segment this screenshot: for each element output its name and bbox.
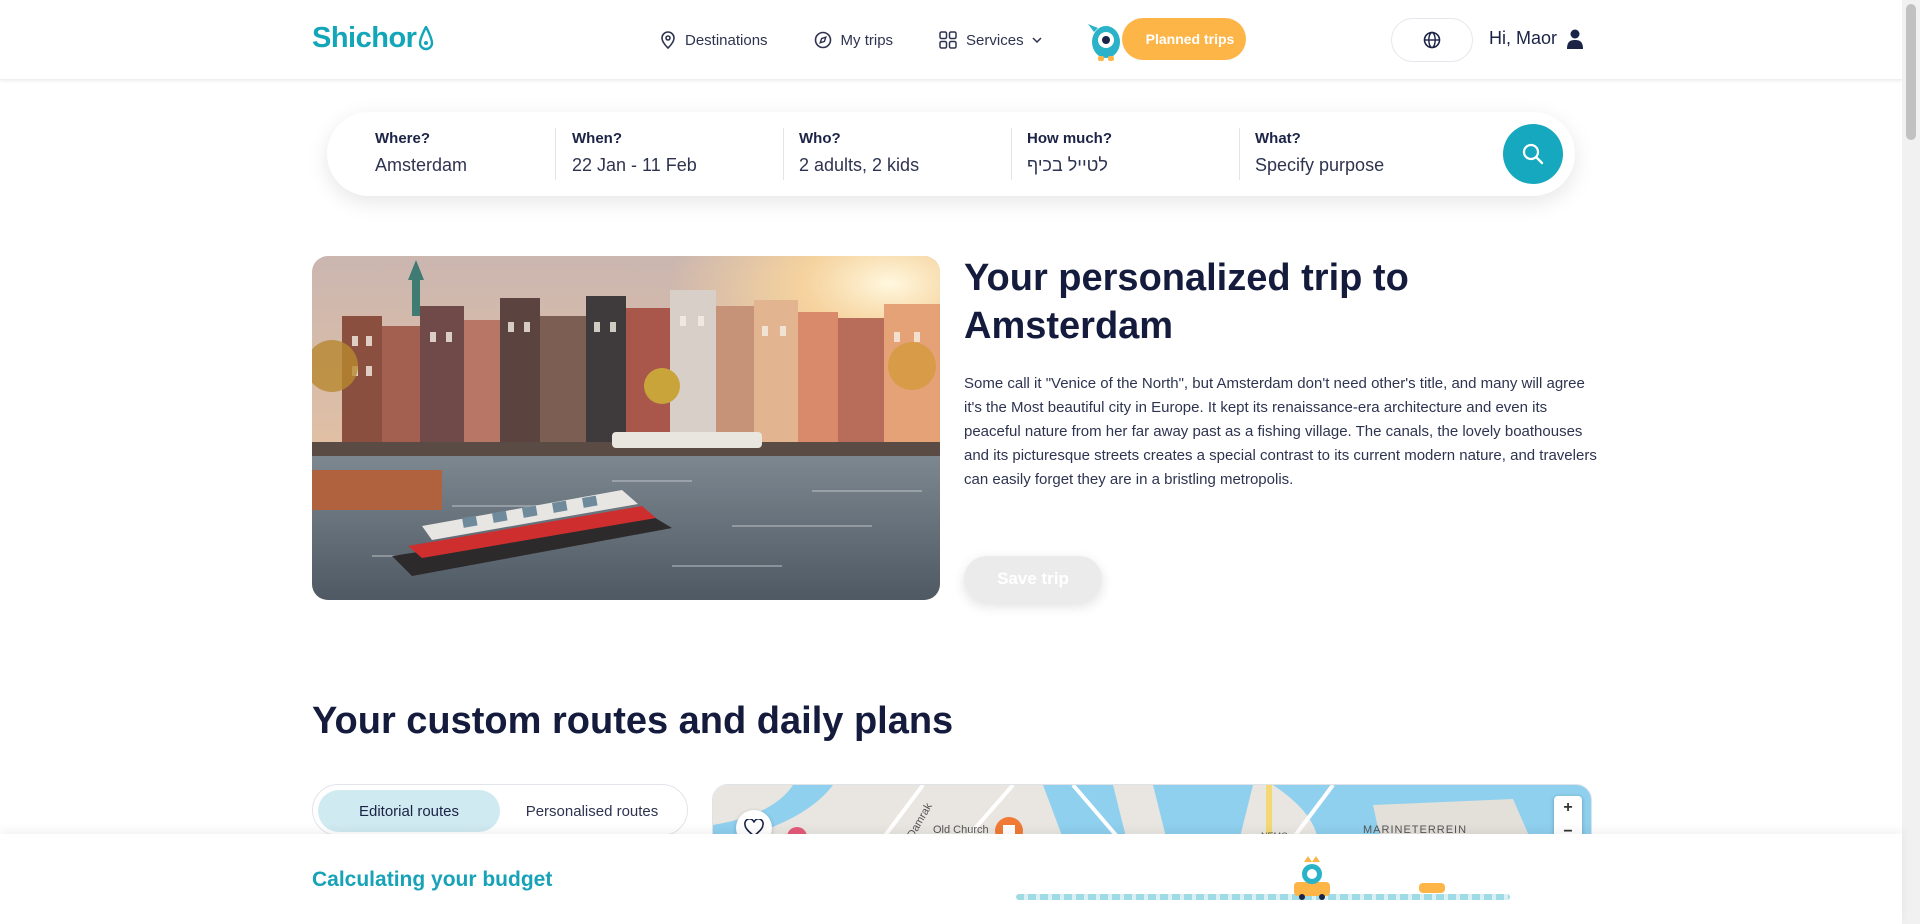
location-pin-icon (661, 31, 675, 49)
nav-services-label: Services (966, 31, 1024, 49)
budget-bar: Calculating your budget (0, 834, 1902, 924)
divider (1011, 128, 1012, 180)
top-header: Shichor Destinations My trips Services P… (0, 0, 1902, 80)
nav-my-trips[interactable]: My trips (814, 31, 894, 49)
budget-status-text: Calculating your budget (312, 868, 553, 891)
save-trip-button[interactable]: Save trip (964, 556, 1102, 602)
routes-section-title: Your custom routes and daily plans (312, 700, 954, 742)
user-menu[interactable]: Hi, Maor (1489, 28, 1584, 49)
nav-destinations-label: Destinations (685, 31, 768, 49)
search-button[interactable] (1503, 124, 1563, 184)
amsterdam-hero-image (312, 256, 940, 600)
amsterdam-canal-illustration (312, 256, 940, 600)
route-type-tabs: Editorial routes Personalised routes (312, 784, 688, 836)
zoom-in-button[interactable]: + (1554, 796, 1582, 820)
how-much-label: How much? (1027, 130, 1112, 147)
what-field[interactable]: What? Specify purpose (1255, 130, 1475, 180)
planned-trips-button[interactable]: Planned trips (1122, 18, 1246, 60)
when-field[interactable]: When? 22 Jan - 11 Feb (572, 130, 772, 180)
globe-icon (1423, 31, 1441, 49)
destination-description: Some call it "Venice of the North", but … (964, 375, 1597, 488)
divider (1239, 128, 1240, 180)
mascot-icon (1088, 24, 1120, 61)
shichor-logo[interactable]: Shichor (312, 22, 434, 55)
logo-text: Shichor (312, 22, 417, 54)
tab-personalised-routes[interactable]: Personalised routes (501, 790, 683, 832)
where-value: Amsterdam (375, 155, 468, 175)
tab-editorial-routes[interactable]: Editorial routes (318, 790, 500, 832)
what-label: What? (1255, 130, 1301, 147)
suitcase-icon (1419, 883, 1445, 893)
where-field[interactable]: Where? Amsterdam (375, 130, 555, 180)
grid-icon (939, 31, 957, 49)
where-label: Where? (375, 130, 431, 147)
nav-destinations[interactable]: Destinations (660, 31, 768, 49)
how-much-field[interactable]: How much? לטייל בכיף (1027, 130, 1237, 180)
when-value: 22 Jan - 11 Feb (572, 155, 697, 175)
language-button[interactable] (1391, 18, 1473, 62)
user-icon (1567, 29, 1584, 49)
who-field[interactable]: Who? 2 adults, 2 kids (799, 130, 1009, 180)
greeting-text: Hi, Maor (1489, 28, 1558, 48)
main-nav: Destinations My trips Services (660, 0, 1088, 80)
what-value: Specify purpose (1255, 155, 1385, 175)
how-much-value: לטייל בכיף (1027, 155, 1108, 175)
trip-search-bar: Where? Amsterdam When? 22 Jan - 11 Feb W… (327, 112, 1575, 196)
scrollbar-thumb[interactable] (1906, 4, 1916, 140)
page-title: Your personalized trip to Amsterdam (964, 257, 1409, 347)
nav-my-trips-label: My trips (840, 31, 894, 49)
compass-icon (814, 31, 831, 49)
budget-progress-track (1016, 894, 1510, 900)
who-value: 2 adults, 2 kids (799, 155, 920, 175)
who-label: Who? (799, 130, 841, 147)
divider (783, 128, 784, 180)
nav-services[interactable]: Services (939, 31, 1042, 49)
planned-trips-area: Planned trips (1086, 18, 1246, 62)
search-icon (1522, 143, 1544, 165)
mascot-car-icon (1294, 856, 1330, 900)
chevron-down-icon (1032, 37, 1042, 43)
water-drop-icon (419, 25, 434, 50)
when-label: When? (572, 130, 622, 147)
page-scrollbar[interactable] (1902, 0, 1920, 924)
divider (555, 128, 556, 180)
